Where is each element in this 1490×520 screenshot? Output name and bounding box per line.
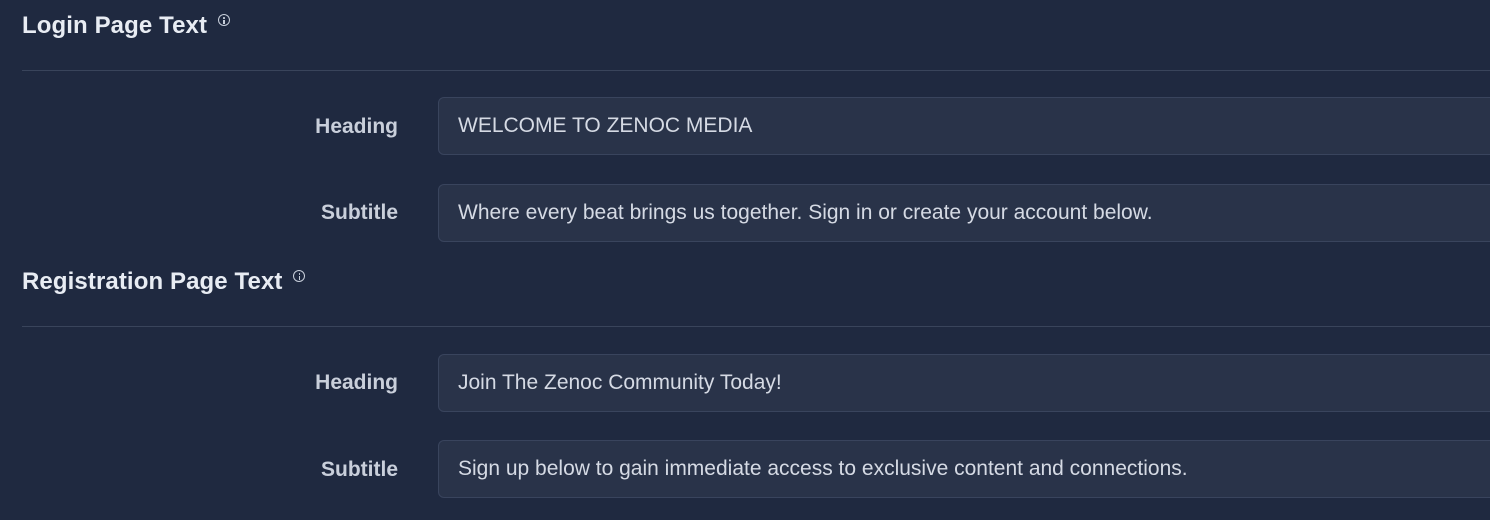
login-subtitle-input[interactable] <box>438 184 1490 242</box>
login-section-title-text: Login Page Text <box>22 12 208 39</box>
login-heading-input[interactable] <box>438 97 1490 155</box>
section-divider <box>22 70 1490 71</box>
registration-section-title: Registration Page Text <box>22 268 306 296</box>
login-subtitle-label: Subtitle <box>321 201 398 224</box>
registration-subtitle-label: Subtitle <box>321 458 398 481</box>
info-icon[interactable] <box>293 270 306 282</box>
info-icon[interactable] <box>217 14 230 26</box>
registration-page-text-section: Registration Page Text Heading Subtitle <box>0 256 1490 520</box>
section-divider <box>22 326 1490 327</box>
registration-subtitle-input[interactable] <box>438 440 1490 498</box>
login-section-title: Login Page Text <box>22 12 230 40</box>
registration-section-title-text: Registration Page Text <box>22 268 283 295</box>
registration-heading-input[interactable] <box>438 354 1490 412</box>
registration-heading-label: Heading <box>315 371 398 394</box>
login-heading-label: Heading <box>315 115 398 138</box>
login-page-text-section: Login Page Text Heading Subtitle <box>0 0 1490 256</box>
